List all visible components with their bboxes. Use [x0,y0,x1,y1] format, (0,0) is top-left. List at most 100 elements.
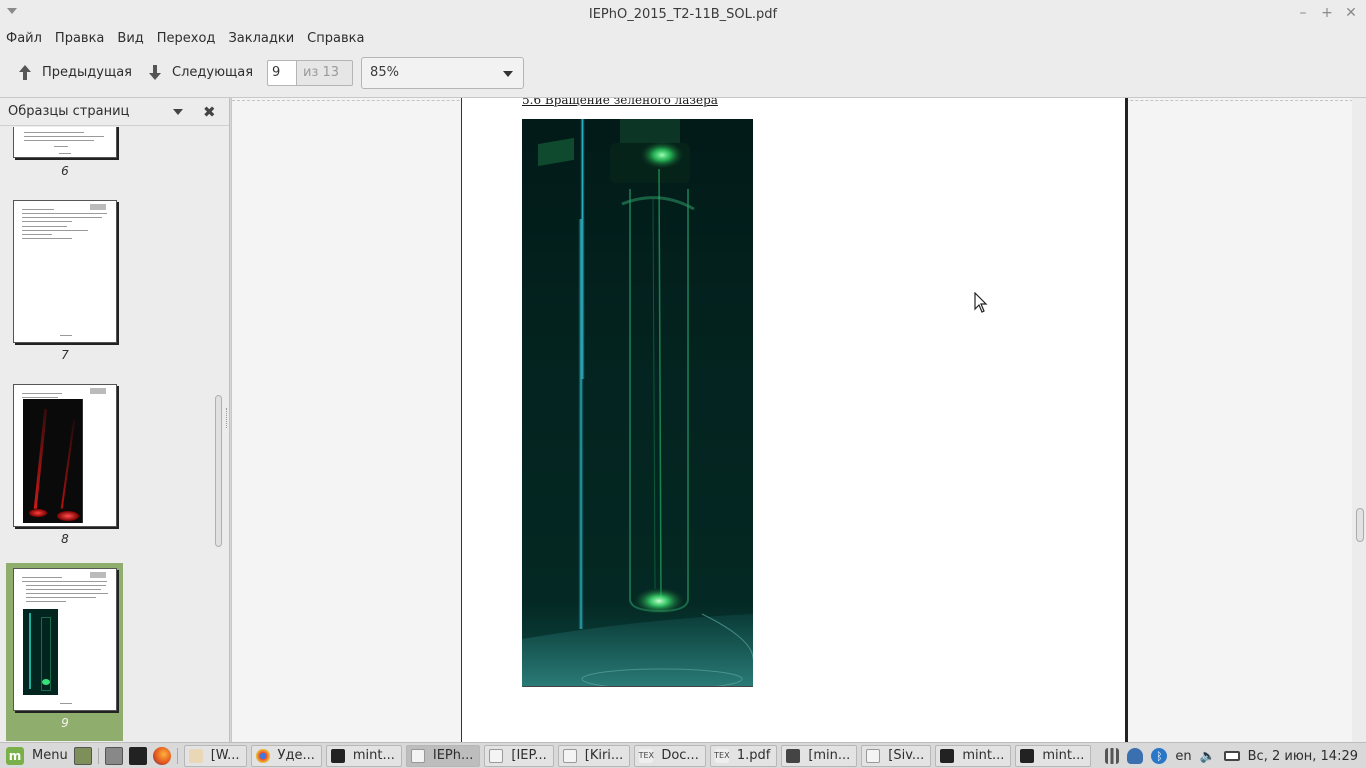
file-icon [489,748,504,763]
maximize-button[interactable]: + [1320,4,1334,22]
chrome-icon [255,748,270,763]
thumbnail-red-laser-image [23,399,83,523]
menu-bookmarks[interactable]: Закладки [228,31,294,46]
task-label: mint... [1042,748,1085,763]
close-button[interactable]: ✕ [1344,4,1358,22]
battery-icon[interactable] [1223,751,1240,761]
tex-icon: TEX [639,748,654,763]
mint-logo-icon: m [6,746,24,765]
task-label: [min... [808,748,851,763]
task-label: [Siv... [888,748,925,763]
arrow-up-icon [18,64,32,81]
task-button[interactable]: mint... [325,744,402,767]
show-desktop-icon[interactable] [73,746,92,765]
task-label: Doc... [661,748,699,763]
task-button[interactable]: [Kiri... [557,744,631,767]
task-label: IEPh... [432,748,474,763]
task-button[interactable]: mint... [935,744,1012,767]
terminal-icon [940,748,955,763]
pdf-page-9: 5.6 Вращение зеленого лазера [461,98,1128,742]
sidebar-mode-dropdown-icon[interactable] [173,109,183,115]
shield-icon[interactable] [1127,748,1144,764]
terminal-icon [1020,748,1035,763]
task-label: 1.pdf [736,748,771,763]
chevron-down-icon [503,70,514,77]
bluetooth-icon[interactable]: ᛒ [1151,748,1168,764]
task-button[interactable]: mint... [1015,744,1092,767]
taskbar: m Menu [W... Уде... mint... IEPh... [IEP… [0,742,1366,768]
pane-splitter-handle[interactable] [226,408,229,428]
taskbar-separator [97,747,99,764]
task-label: mint... [352,748,395,763]
thumbnail-label-6: 6 [61,164,69,178]
task-button[interactable]: TEX Doc... [634,744,706,767]
file-icon [866,748,881,763]
network-signal-icon[interactable] [1105,748,1120,764]
task-button[interactable]: [IEP... [484,744,554,767]
terminal-icon [330,748,345,763]
mouse-cursor-icon [974,292,988,313]
window-menu-icon[interactable] [7,8,17,14]
menu-go[interactable]: Переход [157,31,216,46]
green-laser-photo-drawing [522,119,753,686]
previous-label: Предыдущая [42,65,132,80]
task-label: [Kiri... [584,748,624,763]
terminal-icon [786,748,801,763]
sidebar-title: Образцы страниц [8,104,130,119]
sidebar-header: Образцы страниц ✖ [0,98,229,126]
page-thumbnail-8[interactable] [13,384,117,527]
figure-caption: 5.6 Вращение зеленого лазера [522,98,718,107]
document-scrollbar[interactable] [1352,98,1366,742]
zoom-value: 85% [370,65,399,80]
menu-file[interactable]: Файл [6,31,42,46]
green-laser-photo [522,119,753,687]
task-label: Уде... [277,748,315,763]
previous-page-button[interactable]: Предыдущая [14,57,136,89]
page-thumbnail-7[interactable] [13,200,117,343]
start-menu-button[interactable]: m Menu [0,743,68,768]
firefox-icon[interactable] [152,746,171,765]
task-label: mint... [962,748,1005,763]
menu-bar: Файл Правка Вид Переход Закладки Справка [0,28,1366,48]
sidebar-close-icon[interactable]: ✖ [203,103,216,121]
volume-icon[interactable]: 🔈 [1200,748,1216,764]
task-button[interactable]: TEX 1.pdf [709,744,778,767]
sidebar-scrollbar[interactable] [213,127,225,742]
task-label: [W... [210,748,240,763]
page-number-input[interactable]: 9 [267,59,298,86]
system-tray: ᛒ en 🔈 Вс, 2 июн, 14:29 [1105,743,1358,768]
keyboard-layout[interactable]: en [1175,749,1191,764]
pdf-icon [410,748,425,763]
document-view[interactable]: 5.6 Вращение зеленого лазера [231,98,1352,742]
task-button[interactable]: [min... [781,744,858,767]
task-button[interactable]: Уде... [250,744,322,767]
task-button[interactable]: [W... [183,744,247,767]
minimize-button[interactable]: – [1296,4,1310,22]
task-label: [IEP... [511,748,547,763]
menu-edit[interactable]: Правка [55,31,104,46]
sidebar-scroll-thumb[interactable] [215,395,222,547]
file-icon [188,748,203,763]
next-page-button[interactable]: Следующая [144,57,257,89]
menu-help[interactable]: Справка [307,31,364,46]
taskbar-separator [176,747,178,764]
clock[interactable]: Вс, 2 июн, 14:29 [1248,749,1358,764]
thumbnail-label-7: 7 [61,348,69,362]
task-button[interactable]: [Siv... [861,744,932,767]
toolbar: Предыдущая Следующая 9 из 13 85% [0,48,1366,98]
menu-view[interactable]: Вид [117,31,143,46]
task-button-active[interactable]: IEPh... [405,744,481,767]
zoom-select[interactable]: 85% [361,56,525,89]
thumbnail-label-9: 9 [61,716,69,730]
start-menu-label: Menu [32,748,68,763]
terminal-launcher-icon[interactable] [128,746,147,765]
thumbnail-green-laser-image [23,609,58,695]
page-total: из 13 [297,59,354,86]
tex-icon: TEX [714,748,730,763]
file-icon [562,748,577,763]
document-scroll-thumb[interactable] [1356,508,1364,542]
file-manager-icon[interactable] [104,746,123,765]
arrow-down-icon [148,64,162,81]
page-thumbnail-6[interactable] [13,127,117,158]
page-thumbnail-9[interactable] [13,568,117,711]
